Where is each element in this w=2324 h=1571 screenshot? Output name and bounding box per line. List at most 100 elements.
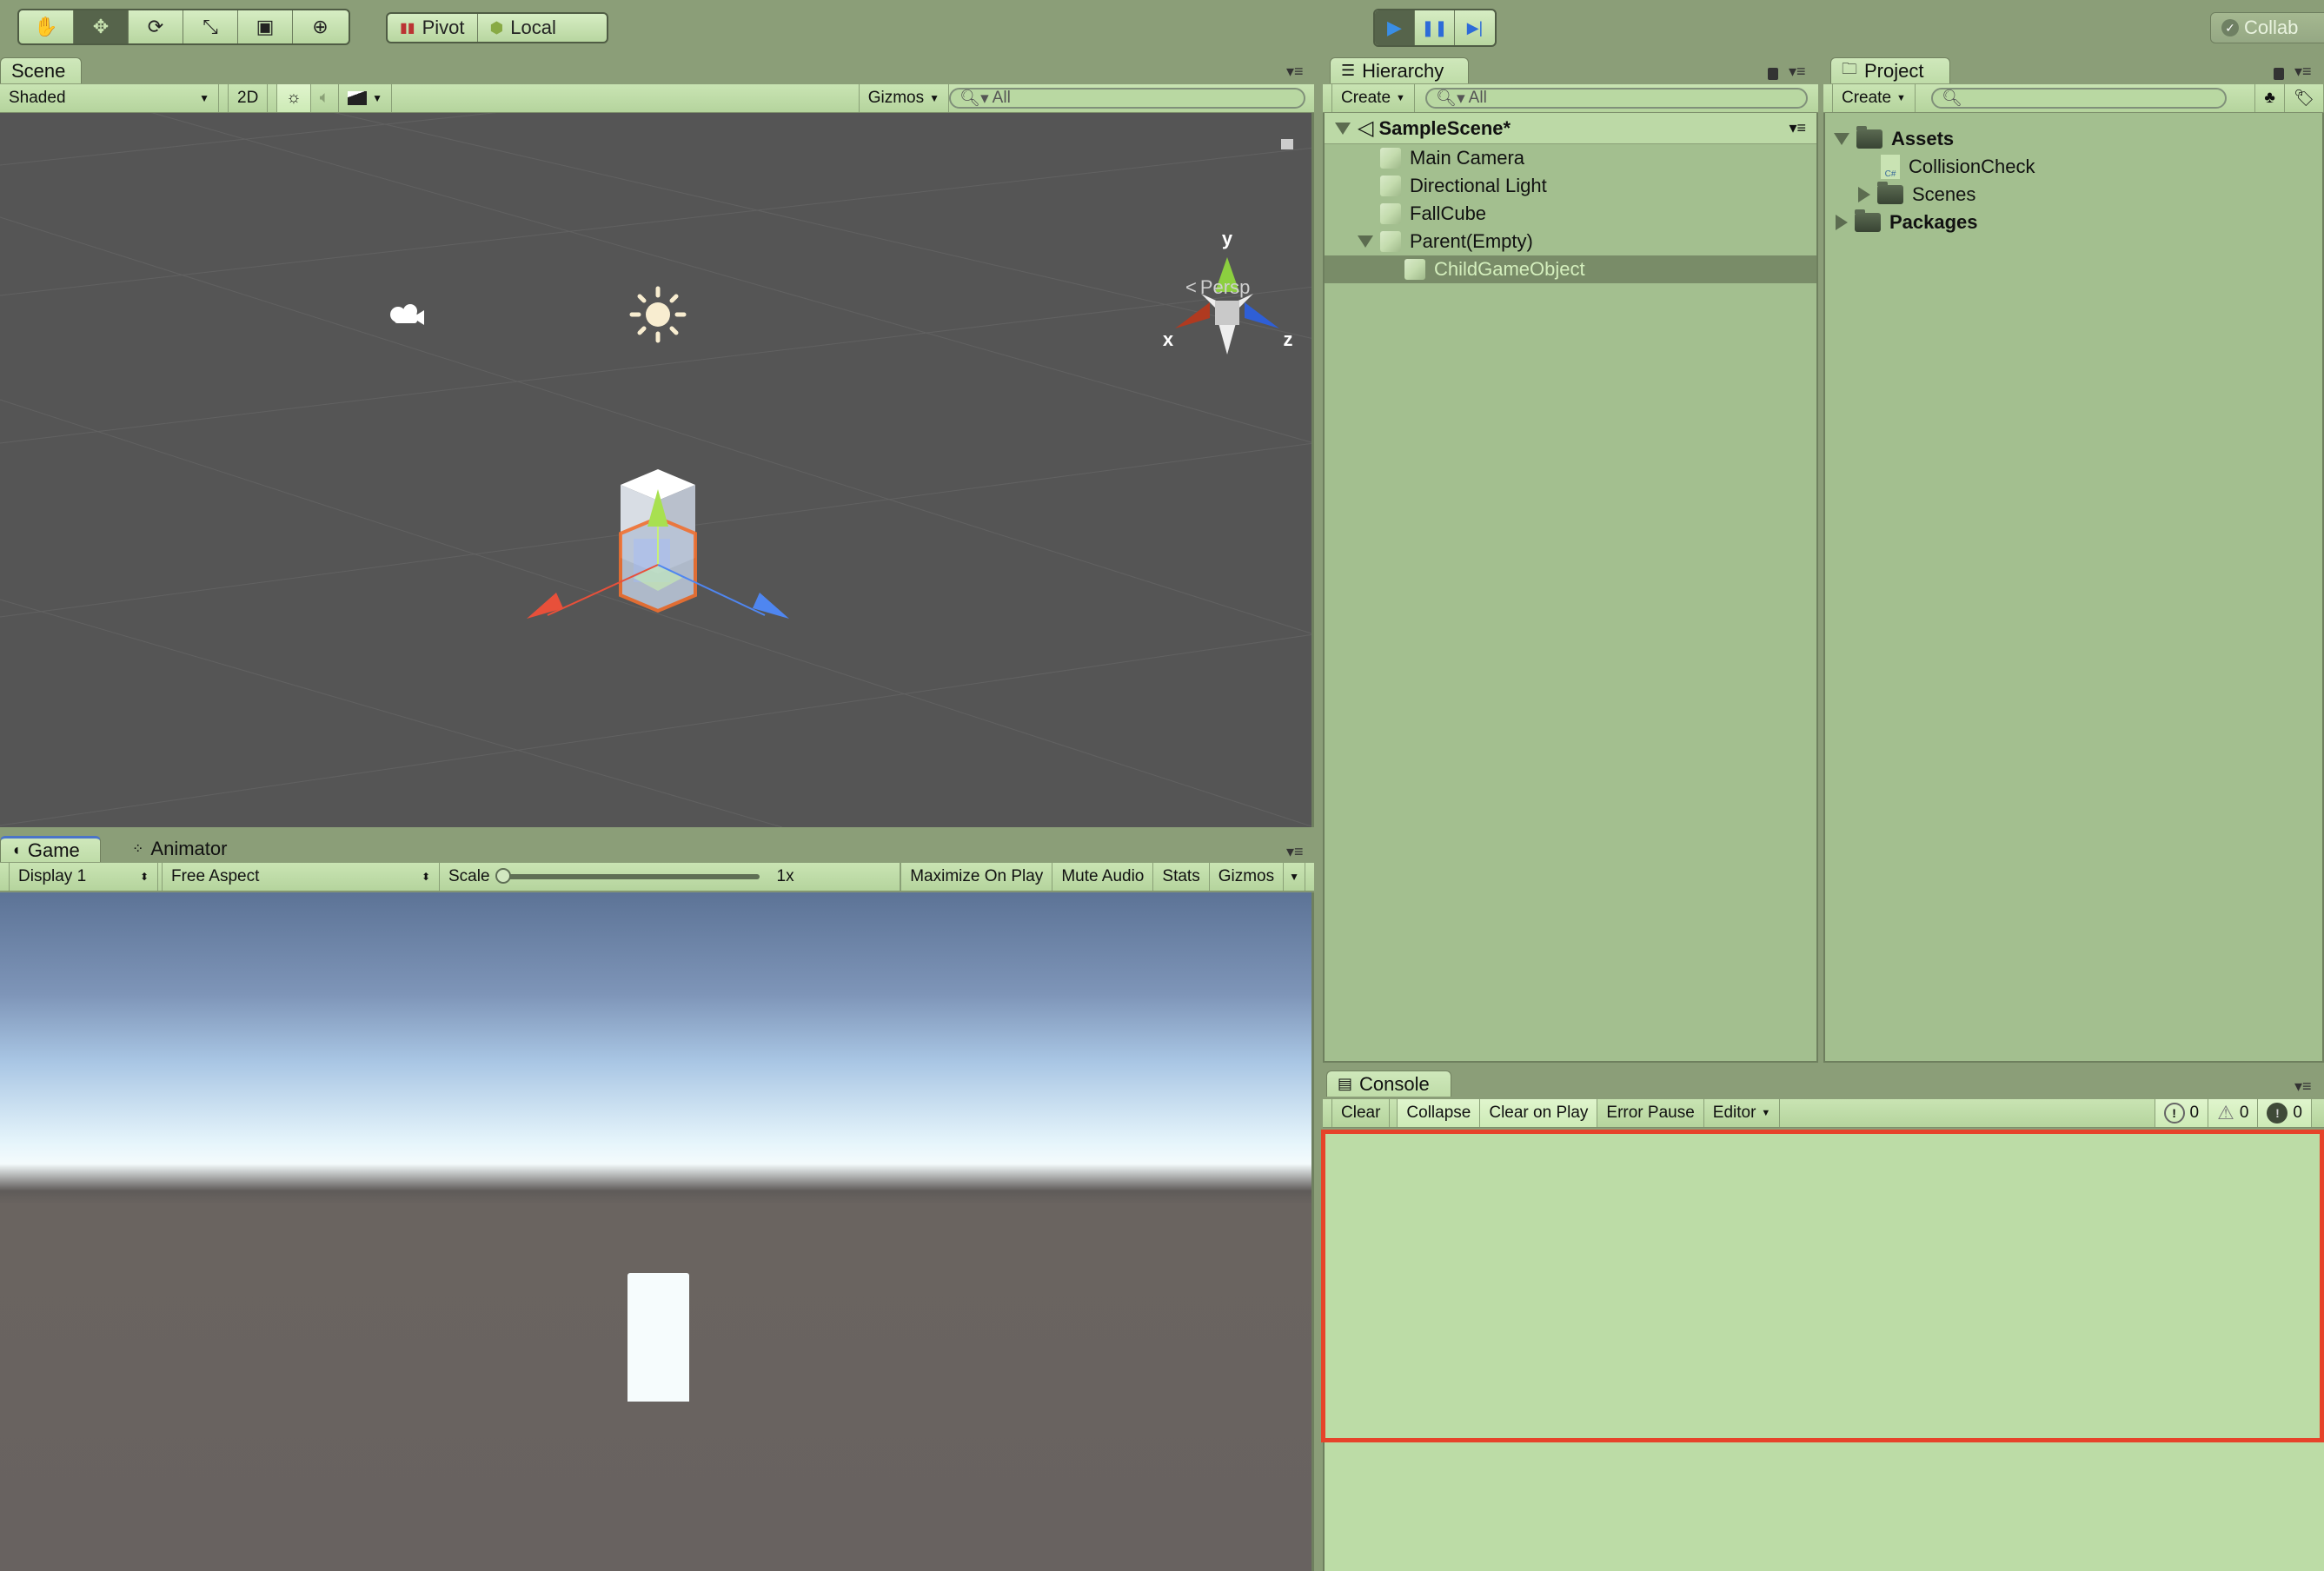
scene-gizmos-dropdown[interactable]: Gizmos ▼ [858, 84, 949, 112]
maximize-on-play-toggle[interactable]: Maximize On Play [900, 863, 1053, 891]
dropdown-arrow-icon: ▼ [372, 92, 383, 104]
aspect-dropdown[interactable]: Free Aspect ⬍ [162, 863, 440, 891]
scene-grid: y x z [0, 113, 1311, 827]
tab-hierarchy[interactable]: ☰ Hierarchy [1330, 57, 1469, 83]
tab-game[interactable]: ◖ Game [0, 836, 101, 862]
lock-icon[interactable] [2274, 68, 2284, 80]
move-tool-button[interactable]: ✥ [74, 10, 129, 43]
search-icon: 🔍︎ [1942, 89, 1963, 108]
project-tab-label: Project [1864, 59, 1924, 82]
rect-tool-button[interactable]: ▣ [238, 10, 293, 43]
x-axis-handle [527, 593, 563, 619]
hierarchy-item[interactable]: Directional Light [1325, 172, 1816, 200]
hierarchy-item[interactable]: Main Camera [1325, 144, 1816, 172]
hierarchy-item-label: FallCube [1410, 202, 1487, 224]
editor-dropdown[interactable]: Editor ▼ [1704, 1099, 1781, 1127]
project-create-dropdown[interactable]: Create ▼ [1832, 84, 1916, 112]
project-item[interactable]: Packages [1825, 209, 2322, 236]
game-gizmos-dropdown[interactable]: ▼ [1284, 863, 1305, 891]
hierarchy-item[interactable]: FallCube [1325, 200, 1816, 228]
mute-audio-toggle[interactable]: Mute Audio [1052, 863, 1154, 891]
display-dropdown[interactable]: Display 1 ⬍ [9, 863, 158, 891]
projection-toggle[interactable]: < Persp [1185, 276, 1250, 299]
lighting-toggle[interactable]: ☼ [276, 84, 311, 112]
audio-toggle[interactable]: 🔈︎ [311, 84, 340, 112]
play-button[interactable]: ▶ [1375, 10, 1415, 45]
project-item[interactable]: C# CollisionCheck [1825, 153, 2322, 181]
scene-search-input[interactable]: 🔍︎▾ All [949, 88, 1305, 109]
filter-by-label-button[interactable]: 🏷︎ [2285, 84, 2324, 112]
panel-menu-icon[interactable]: ▾≡ [2294, 1077, 2312, 1096]
scale-slider-thumb[interactable] [495, 868, 511, 884]
expand-arrow-icon[interactable] [1836, 215, 1848, 230]
error-filter-toggle[interactable]: ! 0 [2258, 1099, 2312, 1127]
search-icon: 🔍︎▾ [1436, 89, 1465, 108]
scale-slider[interactable]: Scale 1x [440, 863, 900, 891]
pause-button[interactable]: ❚❚ [1415, 10, 1455, 45]
play-icon: ▶ [1387, 17, 1402, 38]
expand-arrow-icon[interactable] [1858, 187, 1870, 202]
panel-menu-icon[interactable]: ▾≡ [1789, 63, 1806, 81]
project-item[interactable]: Assets [1825, 125, 2322, 153]
tab-console[interactable]: ▤ Console [1326, 1071, 1451, 1097]
expand-arrow-icon[interactable] [1834, 133, 1849, 145]
clear-on-play-toggle[interactable]: Clear on Play [1480, 1099, 1598, 1127]
panel-menu-icon[interactable]: ▾≡ [2294, 63, 2312, 81]
expand-arrow-icon[interactable] [1335, 122, 1351, 135]
scene-viewport[interactable]: y x z < Persp [0, 113, 1314, 827]
tab-animator[interactable]: ⁘ Animator [122, 836, 237, 862]
gizmos-label: Gizmos [1218, 867, 1275, 885]
lock-icon [1281, 139, 1293, 149]
panel-menu-icon[interactable]: ▾≡ [1286, 843, 1304, 861]
collapse-toggle[interactable]: Collapse [1397, 1099, 1481, 1127]
camera-icon [390, 304, 424, 325]
effects-dropdown[interactable]: ▼ [339, 84, 393, 112]
collab-button[interactable]: ✓ Collab [2210, 12, 2324, 43]
panel-menu-icon[interactable]: ▾≡ [1286, 63, 1304, 81]
scene-menu-icon[interactable]: ▾≡ [1789, 119, 1806, 137]
transform-icon: ⊕ [312, 16, 329, 37]
error-pause-toggle[interactable]: Error Pause [1597, 1099, 1704, 1127]
project-search-input[interactable]: 🔍︎ [1931, 88, 2227, 109]
hierarchy-search-input[interactable]: 🔍︎▾ All [1425, 88, 1808, 109]
filter-by-type-button[interactable]: ♣ [2254, 84, 2285, 112]
scene-root-row[interactable]: ◁ SampleScene* ▾≡ [1325, 113, 1816, 144]
hand-tool-button[interactable]: ✋ [19, 10, 74, 43]
move-icon: ✥ [92, 16, 110, 37]
game-gizmos-toggle[interactable]: Gizmos [1210, 863, 1285, 891]
game-viewport[interactable] [0, 892, 1314, 1571]
info-icon: ! [2163, 1103, 2185, 1124]
hierarchy-item-selected[interactable]: ChildGameObject [1325, 255, 1816, 283]
warning-filter-toggle[interactable]: ⚠︎ 0 [2208, 1099, 2259, 1127]
2d-toggle[interactable]: 2D [228, 84, 269, 112]
updown-icon: ⬍ [421, 871, 430, 883]
tab-scene[interactable]: Scene [0, 57, 82, 83]
shading-mode-dropdown[interactable]: Shaded ▼ [0, 84, 219, 112]
project-item[interactable]: Scenes [1825, 181, 2322, 209]
speaker-icon: 🔈︎ [319, 89, 330, 107]
transform-tool-button[interactable]: ⊕ [293, 10, 348, 43]
tab-project[interactable]: 🗀︎ Project [1830, 57, 1950, 83]
pivot-toggle-group: ▮▮ Pivot ⬢ Local [386, 12, 608, 43]
lock-icon[interactable] [1768, 68, 1778, 80]
rotate-tool-button[interactable]: ⟳ [129, 10, 183, 43]
game-tab-label: Game [27, 839, 80, 861]
step-button[interactable]: ▶| [1455, 10, 1495, 45]
info-filter-toggle[interactable]: ! 0 [2154, 1099, 2209, 1127]
pivot-button[interactable]: ▮▮ Pivot [388, 14, 478, 42]
hierarchy-item[interactable]: Parent(Empty) [1325, 228, 1816, 255]
folder-icon [1877, 182, 1903, 204]
image-icon [348, 91, 368, 105]
pivot-icon: ▮▮ [400, 21, 415, 36]
scale-slider-track[interactable] [495, 868, 760, 884]
local-button[interactable]: ⬢ Local [478, 14, 568, 42]
stats-toggle[interactable]: Stats [1153, 863, 1210, 891]
scale-tool-button[interactable]: ⤡ [183, 10, 238, 43]
console-clear-button[interactable]: Clear [1331, 1099, 1391, 1127]
expand-arrow-icon[interactable] [1358, 235, 1373, 248]
hierarchy-create-dropdown[interactable]: Create ▼ [1331, 84, 1415, 112]
list-icon: ☰ [1341, 62, 1356, 79]
axis-x-label: x [1163, 328, 1174, 350]
animator-icon: ⁘ [132, 842, 144, 857]
z-axis-handle [753, 593, 789, 619]
